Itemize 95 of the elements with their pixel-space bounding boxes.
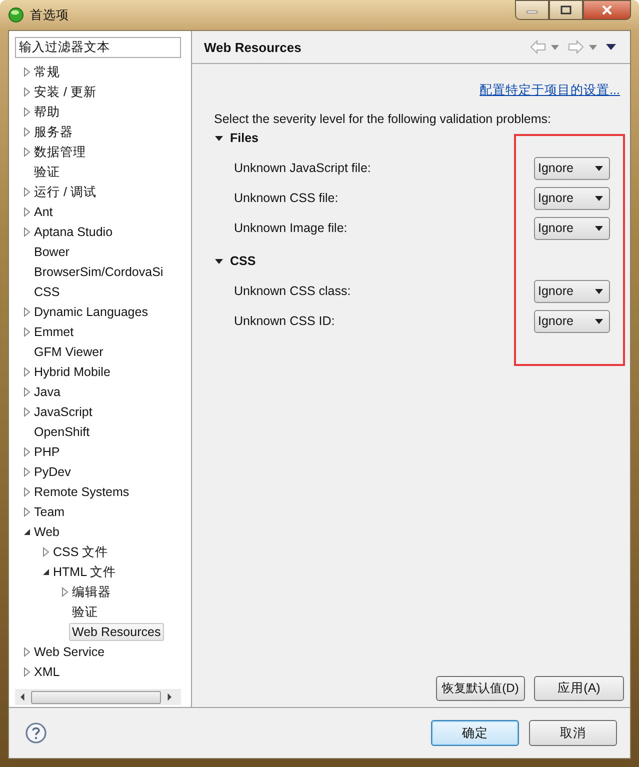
collapsed-arrow-icon[interactable] <box>23 467 31 477</box>
setting-label: Unknown CSS class: <box>234 284 351 298</box>
tree-item[interactable]: Aptana Studio <box>31 223 116 241</box>
setting-label: Unknown CSS file: <box>234 191 338 205</box>
dropdown-arrow-icon <box>595 226 603 230</box>
section-title: CSS <box>230 254 256 268</box>
collapsed-arrow-icon[interactable] <box>23 367 31 377</box>
description-text: Select the severity level for the following validation problems: <box>214 112 552 126</box>
severity-dropdown[interactable]: Ignore <box>534 216 610 240</box>
tree-item[interactable]: JavaScript <box>31 403 96 421</box>
setting-label: Unknown CSS ID: <box>234 314 335 328</box>
tree-item[interactable]: Bower <box>31 243 72 261</box>
horizontal-scrollbar[interactable] <box>15 689 181 705</box>
tree-item[interactable]: Team <box>31 503 68 521</box>
tree-item[interactable]: Hybrid Mobile <box>31 363 114 381</box>
tree-item[interactable]: HTML 文件 <box>50 562 120 582</box>
collapsed-arrow-icon[interactable] <box>23 127 31 137</box>
severity-dropdown[interactable]: Ignore <box>534 156 610 180</box>
ok-button[interactable]: 确定 <box>431 720 519 746</box>
help-icon[interactable] <box>25 722 47 744</box>
expanded-arrow-icon[interactable] <box>23 527 31 537</box>
maximize-button[interactable] <box>549 0 583 20</box>
tree-item[interactable]: XML <box>31 663 63 681</box>
back-arrow-icon[interactable] <box>530 40 546 54</box>
severity-dropdown[interactable]: Ignore <box>534 280 610 302</box>
tree-item[interactable]: Ant <box>31 203 56 221</box>
collapsed-arrow-icon[interactable] <box>23 387 31 397</box>
collapsed-arrow-icon[interactable] <box>23 447 31 457</box>
tree-item[interactable]: Dynamic Languages <box>31 303 151 321</box>
collapsed-arrow-icon[interactable] <box>23 67 31 77</box>
tree-item[interactable]: Emmet <box>31 323 77 341</box>
view-menu-icon[interactable] <box>606 44 616 50</box>
tree-item[interactable]: 服务器 <box>31 122 76 142</box>
page-title: Web Resources <box>204 40 302 54</box>
dropdown-arrow-icon <box>595 166 603 170</box>
expanded-arrow-icon[interactable] <box>214 133 224 143</box>
collapsed-arrow-icon[interactable] <box>23 507 31 517</box>
tree-item[interactable]: GFM Viewer <box>31 343 106 361</box>
expanded-arrow-icon[interactable] <box>42 567 50 577</box>
tree-item[interactable]: PyDev <box>31 463 74 481</box>
collapsed-arrow-icon[interactable] <box>23 667 31 677</box>
apply-button[interactable]: 应用(A) <box>534 676 624 701</box>
collapsed-arrow-icon[interactable] <box>23 227 31 237</box>
restore-defaults-button[interactable]: 恢复默认值(D) <box>436 676 525 701</box>
tree-item[interactable]: Remote Systems <box>31 483 132 501</box>
tree-item[interactable]: CSS 文件 <box>50 542 112 562</box>
forward-arrow-icon[interactable] <box>568 40 584 54</box>
tree-item[interactable]: 验证 <box>31 162 63 182</box>
setting-label: Unknown Image file: <box>234 221 348 235</box>
collapsed-arrow-icon[interactable] <box>23 87 31 97</box>
minimize-button[interactable] <box>515 0 549 20</box>
collapsed-arrow-icon[interactable] <box>23 487 31 497</box>
tree-item[interactable]: CSS <box>31 283 63 301</box>
collapsed-arrow-icon[interactable] <box>23 327 31 337</box>
tree-item[interactable]: 验证 <box>69 602 101 622</box>
tree-item[interactable]: 安装 / 更新 <box>31 82 100 102</box>
tree-item[interactable]: 运行 / 调试 <box>31 182 100 202</box>
collapsed-arrow-icon[interactable] <box>23 647 31 657</box>
tree-item[interactable]: Web <box>31 523 62 541</box>
severity-dropdown[interactable]: Ignore <box>534 310 610 332</box>
tree-item[interactable]: 编辑器 <box>69 582 114 602</box>
tree-item[interactable]: OpenShift <box>31 423 93 441</box>
close-icon <box>601 5 613 15</box>
cancel-button[interactable]: 取消 <box>529 720 617 746</box>
collapsed-arrow-icon[interactable] <box>23 207 31 217</box>
close-button[interactable] <box>583 0 631 20</box>
dropdown-arrow-icon <box>595 288 603 294</box>
tree-item[interactable]: 帮助 <box>31 102 63 122</box>
severity-dropdown[interactable]: Ignore <box>534 186 610 210</box>
tree-item[interactable]: 常规 <box>31 62 63 82</box>
collapsed-arrow-icon[interactable] <box>42 547 50 557</box>
tree-item[interactable]: PHP <box>31 443 63 461</box>
dropdown-arrow-icon <box>595 196 603 200</box>
app-icon <box>8 7 24 23</box>
tree-item[interactable]: Java <box>31 383 64 401</box>
collapsed-arrow-icon[interactable] <box>23 107 31 117</box>
tree-item[interactable]: Web Service <box>31 643 108 661</box>
dropdown-icon[interactable] <box>589 44 597 50</box>
tree-item[interactable]: BrowserSim/CordovaSi <box>31 263 166 281</box>
tree-item[interactable]: Web Resources <box>69 623 164 641</box>
collapsed-arrow-icon[interactable] <box>23 407 31 417</box>
filter-field[interactable]: 输入过滤器文本 <box>15 37 181 58</box>
dropdown-arrow-icon <box>595 318 603 324</box>
maximize-icon <box>560 5 572 15</box>
project-settings-link[interactable]: 配置特定于项目的设置... <box>480 82 620 100</box>
collapsed-arrow-icon[interactable] <box>23 187 31 197</box>
collapsed-arrow-icon[interactable] <box>61 587 69 597</box>
section-title: Files <box>230 131 258 145</box>
expanded-arrow-icon[interactable] <box>214 256 224 266</box>
tree-item[interactable]: 数据管理 <box>31 142 89 162</box>
setting-label: Unknown JavaScript file: <box>234 161 371 175</box>
window-title: 首选项 <box>30 6 69 24</box>
collapsed-arrow-icon[interactable] <box>23 307 31 317</box>
dropdown-icon[interactable] <box>551 44 559 50</box>
collapsed-arrow-icon[interactable] <box>23 147 31 157</box>
